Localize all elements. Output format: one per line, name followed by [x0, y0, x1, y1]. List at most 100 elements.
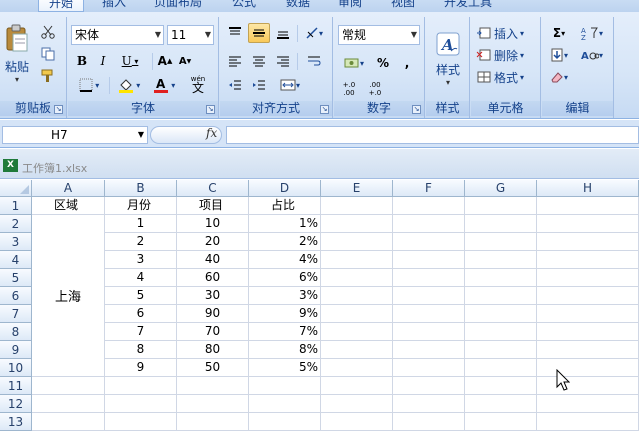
row-header-2[interactable]: 2	[0, 215, 32, 233]
grid-cell[interactable]	[32, 377, 105, 395]
name-box[interactable]: H7 ▼	[2, 126, 148, 144]
ratio-cell[interactable]: 2%	[249, 233, 321, 251]
month-cell[interactable]: 6	[105, 305, 177, 323]
ratio-cell[interactable]: 9%	[249, 305, 321, 323]
header-cell-item[interactable]: 项目	[177, 197, 249, 215]
grid-cell[interactable]	[465, 413, 537, 431]
grid-cell[interactable]	[393, 323, 465, 341]
align-top-button[interactable]	[224, 23, 246, 43]
grid-cell[interactable]	[465, 287, 537, 305]
grid-cell[interactable]	[537, 341, 639, 359]
grid-cell[interactable]	[321, 215, 393, 233]
grid-cell[interactable]	[249, 395, 321, 413]
italic-button[interactable]: I	[94, 52, 112, 70]
grid-cell[interactable]	[321, 287, 393, 305]
bold-button[interactable]: B	[73, 52, 91, 70]
item-cell[interactable]: 90	[177, 305, 249, 323]
ratio-cell[interactable]: 7%	[249, 323, 321, 341]
item-cell[interactable]: 30	[177, 287, 249, 305]
grid-cell[interactable]	[537, 305, 639, 323]
fill-color-button[interactable]: ▾	[113, 76, 145, 94]
percent-button[interactable]: %	[373, 53, 393, 73]
grid-cell[interactable]	[465, 377, 537, 395]
tab-page-layout[interactable]: 页面布局	[154, 0, 202, 12]
tab-formulas[interactable]: 公式	[232, 0, 256, 12]
tab-insert[interactable]: 插入	[102, 0, 126, 12]
grid-cell[interactable]	[321, 197, 393, 215]
grid-cell[interactable]	[393, 341, 465, 359]
row-header-9[interactable]: 9	[0, 341, 32, 359]
align-middle-button[interactable]	[248, 23, 270, 43]
grid-cell[interactable]	[393, 287, 465, 305]
paste-dropdown-icon[interactable]: ▾	[15, 75, 19, 84]
item-cell[interactable]: 70	[177, 323, 249, 341]
item-cell[interactable]: 10	[177, 215, 249, 233]
month-cell[interactable]: 2	[105, 233, 177, 251]
month-cell[interactable]: 3	[105, 251, 177, 269]
copy-button[interactable]	[38, 45, 58, 63]
header-cell-ratio[interactable]: 占比	[249, 197, 321, 215]
row-header-8[interactable]: 8	[0, 323, 32, 341]
grid-cell[interactable]	[177, 413, 249, 431]
grid-cell[interactable]	[465, 197, 537, 215]
grid-cell[interactable]	[393, 251, 465, 269]
grid-cell[interactable]	[321, 233, 393, 251]
shrink-font-button[interactable]: A ▼	[176, 52, 194, 70]
grid-cell[interactable]	[465, 233, 537, 251]
month-cell[interactable]: 1	[105, 215, 177, 233]
align-left-button[interactable]	[224, 51, 246, 71]
grid-cell[interactable]	[537, 395, 639, 413]
autosum-button[interactable]: Σ ▾	[546, 23, 572, 43]
grid-cell[interactable]	[105, 413, 177, 431]
grid-cell[interactable]	[393, 233, 465, 251]
grid-cell[interactable]	[465, 341, 537, 359]
styles-button[interactable]: A 样式 ▾	[430, 23, 466, 95]
column-header-d[interactable]: D	[249, 180, 321, 197]
accounting-format-button[interactable]: ▾	[338, 53, 370, 73]
column-header-g[interactable]: G	[465, 180, 537, 197]
item-cell[interactable]: 60	[177, 269, 249, 287]
decrease-decimal-button[interactable]: .00 +.0	[364, 79, 386, 99]
font-color-button[interactable]: A ▾	[148, 76, 180, 94]
grid-cell[interactable]	[537, 251, 639, 269]
grid-cell[interactable]	[393, 197, 465, 215]
grid-cell[interactable]	[393, 215, 465, 233]
column-header-a[interactable]: A	[32, 180, 105, 197]
grid-cell[interactable]	[249, 413, 321, 431]
grid-cell[interactable]	[393, 395, 465, 413]
grid-cell[interactable]	[321, 413, 393, 431]
merge-center-button[interactable]: ▾	[274, 75, 306, 95]
grid-cell[interactable]	[465, 269, 537, 287]
grid-cell[interactable]	[537, 323, 639, 341]
month-cell[interactable]: 8	[105, 341, 177, 359]
align-center-button[interactable]	[248, 51, 270, 71]
grid-cell[interactable]	[537, 413, 639, 431]
worksheet-grid[interactable]: ABCDEFGH 1 2 3 4 5 6 7 8 9 10 11 12 13 区域 月份 项目 占比 上海 1 10…	[0, 180, 639, 431]
column-header-f[interactable]: F	[393, 180, 465, 197]
row-header-10[interactable]: 10	[0, 359, 32, 377]
select-all-button[interactable]	[0, 180, 32, 197]
month-cell[interactable]: 7	[105, 323, 177, 341]
month-cell[interactable]: 4	[105, 269, 177, 287]
number-dialog-launcher[interactable]: ↘	[412, 105, 421, 114]
phonetic-button[interactable]: wén 文	[184, 73, 212, 95]
find-select-button[interactable]: A ▾	[576, 45, 608, 65]
month-cell[interactable]: 9	[105, 359, 177, 377]
grid-cell[interactable]	[321, 305, 393, 323]
grid-cell[interactable]	[537, 377, 639, 395]
ratio-cell[interactable]: 5%	[249, 359, 321, 377]
alignment-dialog-launcher[interactable]: ↘	[320, 105, 329, 114]
grid-cell[interactable]	[465, 323, 537, 341]
row-header-4[interactable]: 4	[0, 251, 32, 269]
item-cell[interactable]: 20	[177, 233, 249, 251]
grid-cell[interactable]	[249, 377, 321, 395]
grid-cell[interactable]	[393, 359, 465, 377]
row-header-1[interactable]: 1	[0, 197, 32, 215]
ratio-cell[interactable]: 8%	[249, 341, 321, 359]
grid-cell[interactable]	[321, 251, 393, 269]
insert-cells-button[interactable]: 插入 ▾	[475, 23, 537, 43]
grid-cell[interactable]	[537, 287, 639, 305]
clipboard-dialog-launcher[interactable]: ↘	[54, 105, 63, 114]
underline-button[interactable]: U ▾	[116, 52, 144, 70]
sort-filter-button[interactable]: AZ ▾	[576, 23, 608, 43]
